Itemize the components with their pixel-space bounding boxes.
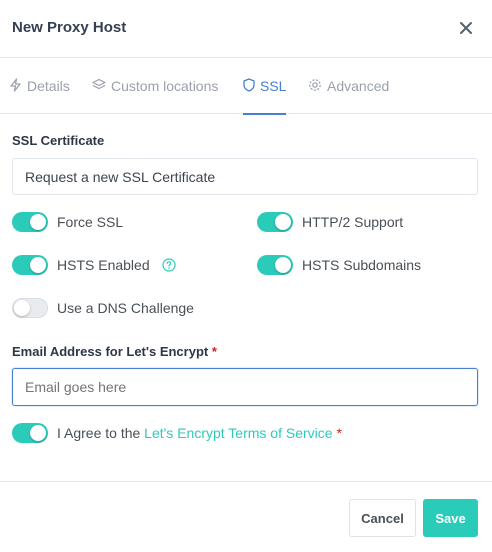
agree-toggle[interactable] <box>12 423 48 443</box>
tab-details[interactable]: Details <box>9 58 70 114</box>
hsts-label: HSTS Enabled <box>57 257 150 273</box>
modal-header: New Proxy Host <box>0 0 492 58</box>
force-ssl-row: Force SSL <box>12 211 123 233</box>
toggle-knob <box>275 257 291 273</box>
hsts-subdomains-row: HSTS Subdomains <box>257 254 421 276</box>
http2-row: HTTP/2 Support <box>257 211 403 233</box>
hsts-subdomains-label: HSTS Subdomains <box>302 257 422 273</box>
tab-details-label: Details <box>27 78 70 94</box>
tab-ssl-label: SSL <box>260 78 287 94</box>
hsts-subdomains-toggle[interactable] <box>257 255 293 275</box>
tab-bar: Details Custom locations SSL Advanced <box>0 58 492 115</box>
force-ssl-toggle[interactable] <box>12 212 48 232</box>
close-icon[interactable] <box>456 18 476 38</box>
cancel-button[interactable]: Cancel <box>349 499 416 537</box>
gear-icon <box>308 78 322 95</box>
toggle-knob <box>275 214 291 230</box>
layers-icon <box>92 78 106 95</box>
dns-challenge-label: Use a DNS Challenge <box>57 300 194 316</box>
hsts-row: HSTS Enabled <box>12 254 176 276</box>
help-icon[interactable] <box>162 258 176 272</box>
save-button[interactable]: Save <box>423 499 478 537</box>
new-proxy-host-modal: New Proxy Host Details Custom locations … <box>0 0 492 552</box>
toggle-knob <box>14 300 30 316</box>
toggle-knob <box>30 257 46 273</box>
email-label: Email Address for Let's Encrypt * <box>12 344 217 359</box>
required-mark: * <box>211 344 217 359</box>
dns-challenge-row: Use a DNS Challenge <box>12 297 194 319</box>
http2-label: HTTP/2 Support <box>302 214 404 230</box>
http2-toggle[interactable] <box>257 212 293 232</box>
tab-custom-locations-label: Custom locations <box>111 78 219 94</box>
required-mark: * <box>336 425 342 441</box>
ssl-certificate-select[interactable]: Request a new SSL Certificate <box>12 158 478 195</box>
modal-footer: Cancel Save <box>0 481 492 552</box>
toggle-knob <box>30 214 46 230</box>
hsts-toggle[interactable] <box>12 255 48 275</box>
agree-prefix: I Agree to the <box>57 425 145 441</box>
tab-ssl[interactable]: SSL <box>243 58 287 115</box>
shield-icon <box>243 77 255 95</box>
email-label-text: Email Address for Let's Encrypt <box>12 344 209 359</box>
ssl-certificate-value: Request a new SSL Certificate <box>25 168 216 185</box>
agree-row: I Agree to the Let's Encrypt Terms of Se… <box>12 422 342 444</box>
ssl-certificate-label: SSL Certificate <box>12 133 105 148</box>
email-input[interactable] <box>12 368 478 406</box>
tab-custom-locations[interactable]: Custom locations <box>92 58 218 114</box>
modal-title: New Proxy Host <box>12 19 127 36</box>
tab-advanced-label: Advanced <box>327 78 390 94</box>
bolt-icon <box>9 77 22 95</box>
agree-text: I Agree to the Let's Encrypt Terms of Se… <box>57 425 342 441</box>
terms-link[interactable]: Let's Encrypt Terms of Service <box>144 425 332 441</box>
tab-advanced[interactable]: Advanced <box>308 58 389 114</box>
toggle-knob <box>30 425 46 441</box>
dns-challenge-toggle[interactable] <box>12 298 48 318</box>
force-ssl-label: Force SSL <box>57 214 124 230</box>
